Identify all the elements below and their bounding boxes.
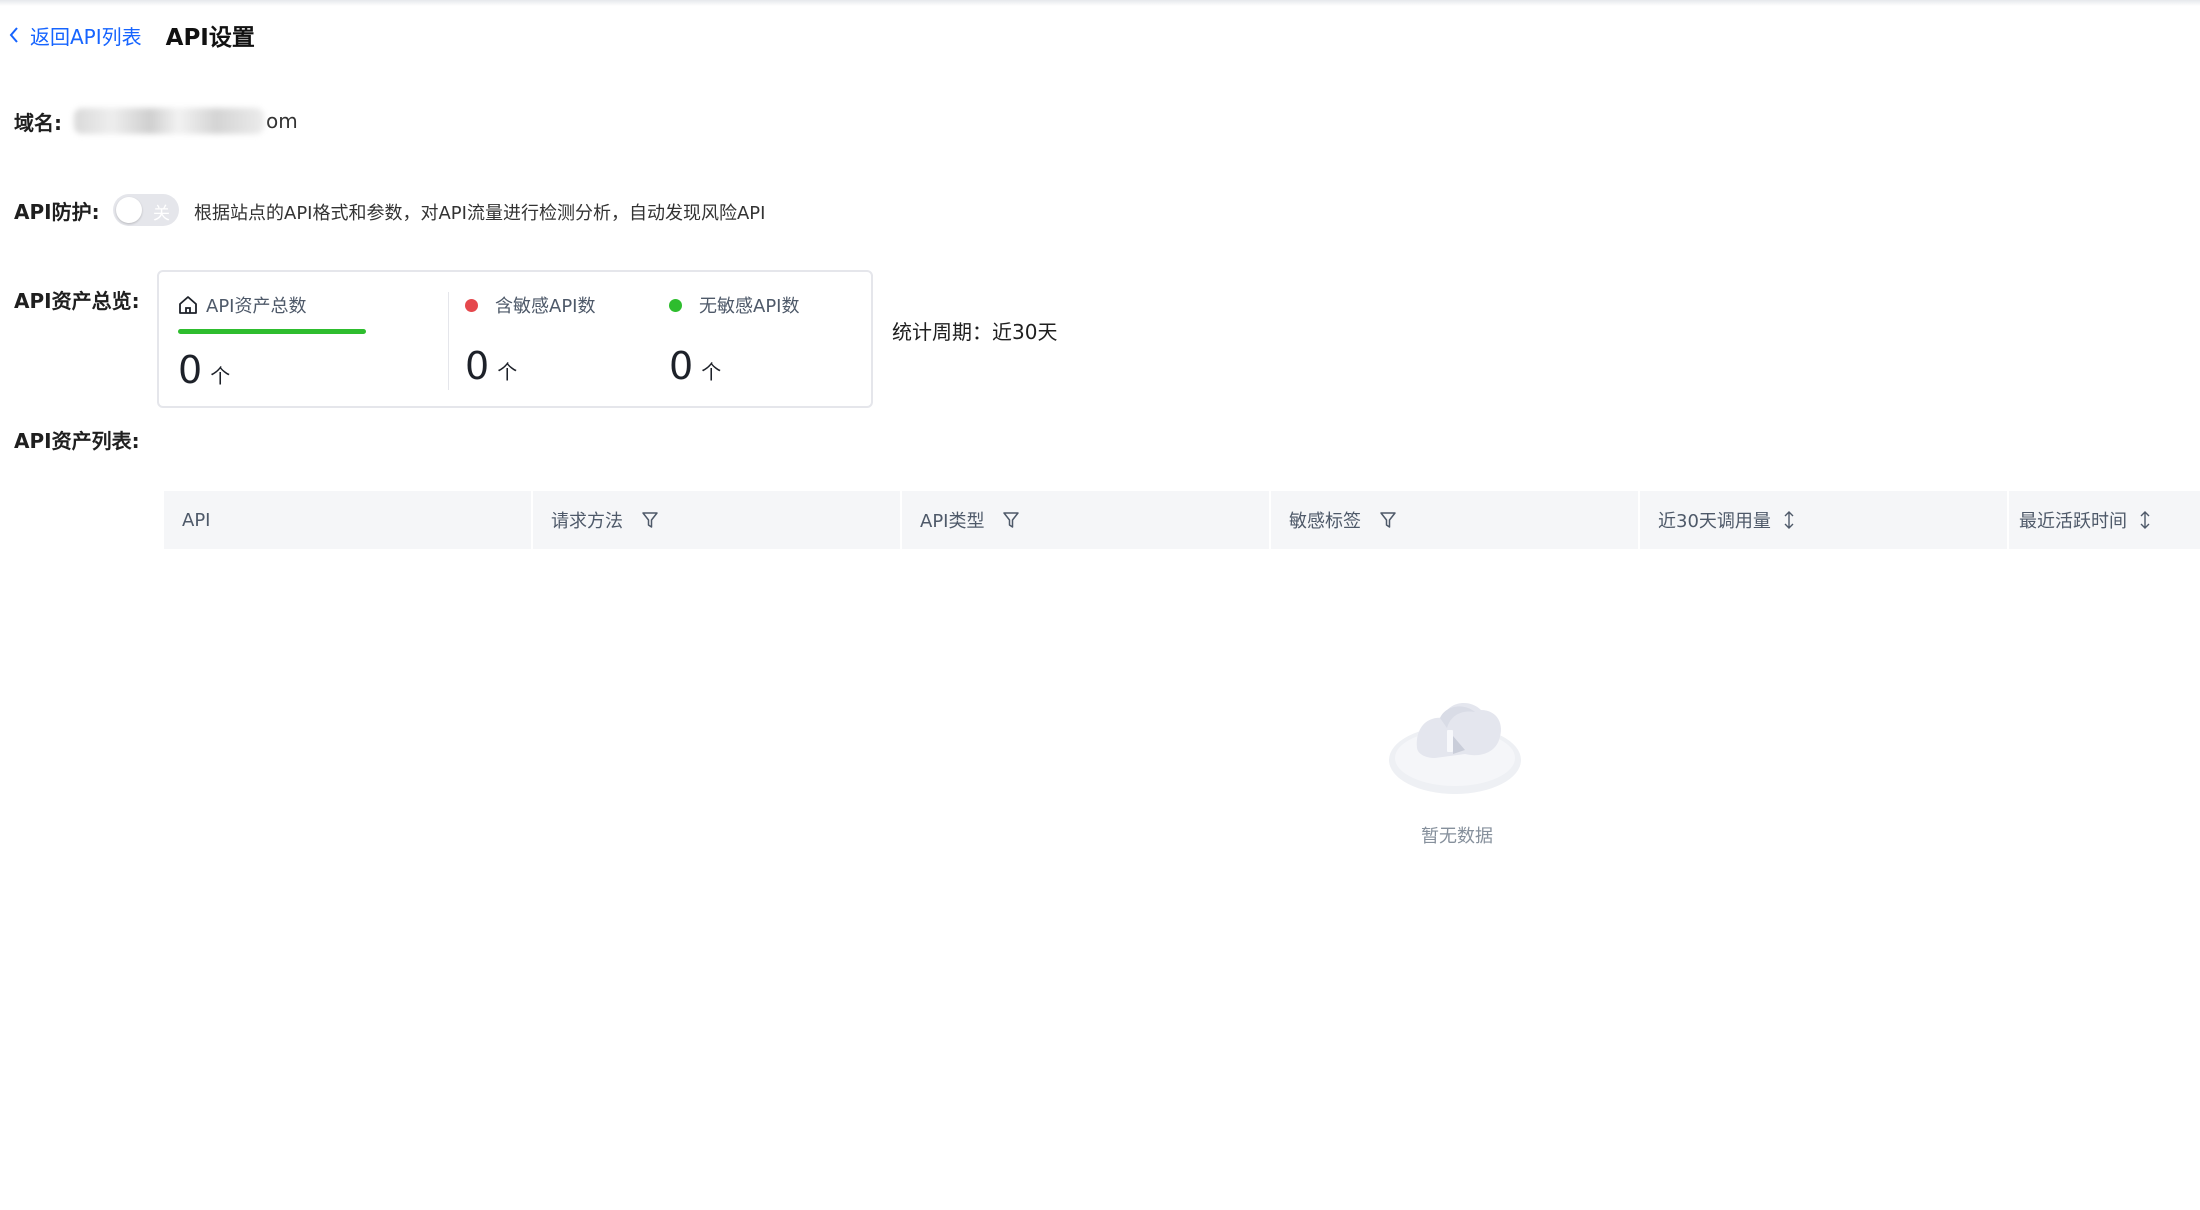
column-header-api-type: API类型 bbox=[902, 491, 1271, 549]
top-shadow bbox=[0, 0, 2200, 6]
back-to-api-list-link[interactable]: 返回API列表 bbox=[8, 21, 142, 50]
home-icon bbox=[179, 296, 197, 314]
column-header-method: 请求方法 bbox=[533, 491, 902, 549]
stat-total-unit: 个 bbox=[210, 364, 231, 388]
domain-value: om bbox=[74, 108, 298, 134]
column-header-last-active: 最近活跃时间 bbox=[2009, 491, 2199, 549]
column-label: 最近活跃时间 bbox=[2019, 511, 2127, 532]
filter-icon[interactable] bbox=[1379, 511, 1397, 529]
stat-total-label: API资产总数 bbox=[206, 296, 307, 317]
empty-state-text: 暂无数据 bbox=[1421, 826, 1493, 847]
column-label: 请求方法 bbox=[551, 511, 623, 532]
back-link-label: 返回API列表 bbox=[30, 24, 142, 49]
chevron-left-icon bbox=[9, 27, 18, 43]
stat-non-sensitive-label: 无敏感API数 bbox=[699, 296, 800, 317]
toggle-knob bbox=[116, 197, 142, 223]
filter-icon[interactable] bbox=[641, 511, 659, 529]
stat-total-underline bbox=[178, 329, 366, 334]
stat-total: API资产总数 0 个 bbox=[178, 292, 306, 392]
column-label: API类型 bbox=[920, 511, 985, 532]
column-label: 敏感标签 bbox=[1289, 511, 1361, 532]
stat-non-sensitive-value: 0 bbox=[669, 344, 694, 388]
column-header-call-count: 近30天调用量 bbox=[1640, 491, 2009, 549]
column-header-api: API bbox=[164, 491, 533, 549]
redacted-domain-mask bbox=[74, 108, 264, 134]
sort-icon[interactable] bbox=[2139, 510, 2151, 530]
stat-total-value: 0 bbox=[178, 348, 203, 392]
page-header: 返回API列表 API设置 bbox=[8, 18, 255, 52]
green-dot-icon bbox=[669, 298, 682, 312]
overview-label: API资产总览: bbox=[14, 289, 140, 313]
red-dot-icon bbox=[465, 298, 478, 312]
overview-card: API资产总数 0 个 含敏感API数 0 个 无敏感API数 0 个 bbox=[157, 270, 873, 408]
stat-sensitive-value: 0 bbox=[465, 344, 490, 388]
empty-cloud-icon bbox=[1385, 688, 1525, 802]
stat-sensitive-unit: 个 bbox=[497, 360, 518, 384]
stat-sensitive-label: 含敏感API数 bbox=[495, 296, 596, 317]
domain-label: 域名: bbox=[14, 111, 62, 135]
asset-list-label: API资产列表: bbox=[14, 429, 140, 453]
stat-period: 统计周期：近30天 bbox=[892, 320, 1058, 344]
stat-sensitive: 含敏感API数 0 个 bbox=[465, 292, 595, 388]
column-header-sensitive-tag: 敏感标签 bbox=[1271, 491, 1640, 549]
api-protect-label: API防护: bbox=[14, 200, 100, 224]
column-label: 近30天调用量 bbox=[1658, 511, 1771, 532]
api-protect-description: 根据站点的API格式和参数，对API流量进行检测分析，自动发现风险API bbox=[194, 203, 766, 224]
stat-non-sensitive-unit: 个 bbox=[701, 360, 722, 384]
table-header: API 请求方法 API类型 敏感标签 近30天调用量 最近活跃时间 bbox=[164, 491, 2200, 549]
stat-non-sensitive: 无敏感API数 0 个 bbox=[669, 292, 799, 388]
page-title: API设置 bbox=[165, 25, 255, 51]
column-label: API bbox=[182, 509, 211, 531]
api-protect-toggle[interactable]: 关 bbox=[113, 194, 179, 226]
sort-icon[interactable] bbox=[1783, 510, 1795, 530]
stat-divider bbox=[448, 292, 449, 390]
filter-icon[interactable] bbox=[1002, 511, 1020, 529]
domain-value-suffix: om bbox=[266, 109, 298, 133]
toggle-state-text: 关 bbox=[153, 204, 170, 224]
